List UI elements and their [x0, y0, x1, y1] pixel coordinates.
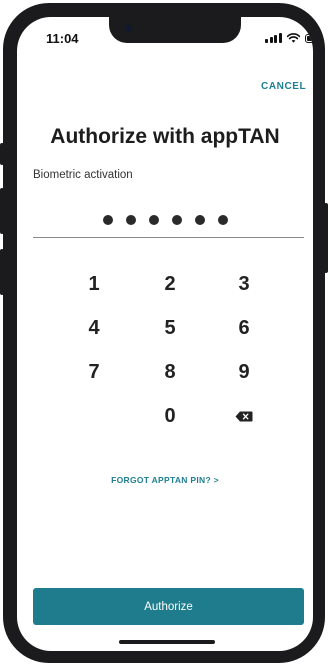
keypad-key-7[interactable]: 7 — [64, 355, 124, 389]
authorize-button-label: Authorize — [144, 600, 193, 613]
keypad-key-6[interactable]: 6 — [214, 311, 274, 345]
keypad-key-9[interactable]: 9 — [214, 355, 274, 389]
authorize-button[interactable]: Authorize — [33, 588, 304, 625]
pin-dot — [148, 215, 159, 225]
volume-down-button — [0, 249, 4, 295]
power-button — [324, 203, 328, 273]
pin-dot — [125, 215, 136, 225]
pin-dot — [102, 215, 113, 225]
mute-switch — [0, 143, 4, 165]
keypad-key-8[interactable]: 8 — [140, 355, 200, 389]
notch — [109, 17, 241, 43]
keypad-key-5[interactable]: 5 — [140, 311, 200, 345]
page-title: Authorize with appTAN — [50, 125, 280, 148]
backspace-button[interactable] — [214, 399, 274, 433]
keypad-key-0[interactable]: 0 — [140, 399, 200, 433]
pin-dot — [171, 215, 182, 225]
keypad-key-3[interactable]: 3 — [214, 267, 274, 301]
keypad-key-4[interactable]: 4 — [64, 311, 124, 345]
backspace-icon — [235, 411, 253, 421]
pin-dot — [194, 215, 205, 225]
page-subtitle: Biometric activation — [33, 169, 133, 181]
app-screen: 11:04 CANCEL Authorize with appTAN Biome… — [17, 17, 313, 651]
phone-frame: 11:04 CANCEL Authorize with appTAN Biome… — [0, 3, 328, 663]
pin-indicator — [17, 215, 313, 225]
cancel-button[interactable]: CANCEL — [261, 81, 306, 92]
status-icons — [265, 33, 313, 43]
status-time: 11:04 — [46, 31, 79, 46]
keypad-key-1[interactable]: 1 — [64, 267, 124, 301]
pin-dot — [217, 215, 228, 225]
forgot-pin-link[interactable]: FORGOT APPTAN PIN? > — [17, 475, 313, 485]
pin-underline — [33, 237, 304, 238]
battery-icon — [304, 33, 313, 43]
camera-dot — [125, 25, 132, 32]
keypad-key-2[interactable]: 2 — [140, 267, 200, 301]
home-indicator — [119, 640, 215, 644]
volume-up-button — [0, 188, 4, 234]
wifi-icon — [286, 33, 300, 43]
signal-icon — [265, 33, 282, 43]
